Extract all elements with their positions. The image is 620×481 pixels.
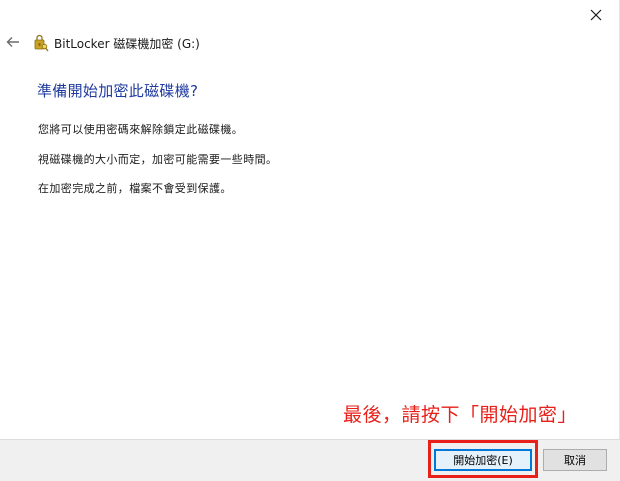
instruction-annotation: 最後，請按下「開始加密」 — [342, 404, 577, 426]
cancel-button[interactable]: 取消 — [543, 449, 607, 471]
info-text-password: 您將可以使用密碼來解除鎖定此磁碟機。 — [38, 123, 244, 136]
info-text-protection: 在加密完成之前，檔案不會受到保護。 — [38, 182, 232, 195]
back-arrow-icon — [6, 37, 19, 47]
close-button[interactable] — [573, 0, 619, 30]
start-encrypting-button[interactable]: 開始加密(E) — [434, 449, 532, 471]
window-title: BitLocker 磁碟機加密 (G:) — [54, 36, 200, 51]
info-text-duration: 視磁碟機的大小而定，加密可能需要一些時間。 — [38, 153, 278, 166]
bitlocker-wizard-window: BitLocker 磁碟機加密 (G:) 準備開始加密此磁碟機? 您將可以使用密… — [0, 0, 620, 481]
close-icon — [590, 9, 602, 21]
window-title-row: BitLocker 磁碟機加密 (G:) — [33, 33, 200, 53]
bitlocker-key-icon — [34, 34, 49, 52]
back-button[interactable] — [4, 32, 22, 52]
page-heading: 準備開始加密此磁碟機? — [37, 82, 199, 100]
